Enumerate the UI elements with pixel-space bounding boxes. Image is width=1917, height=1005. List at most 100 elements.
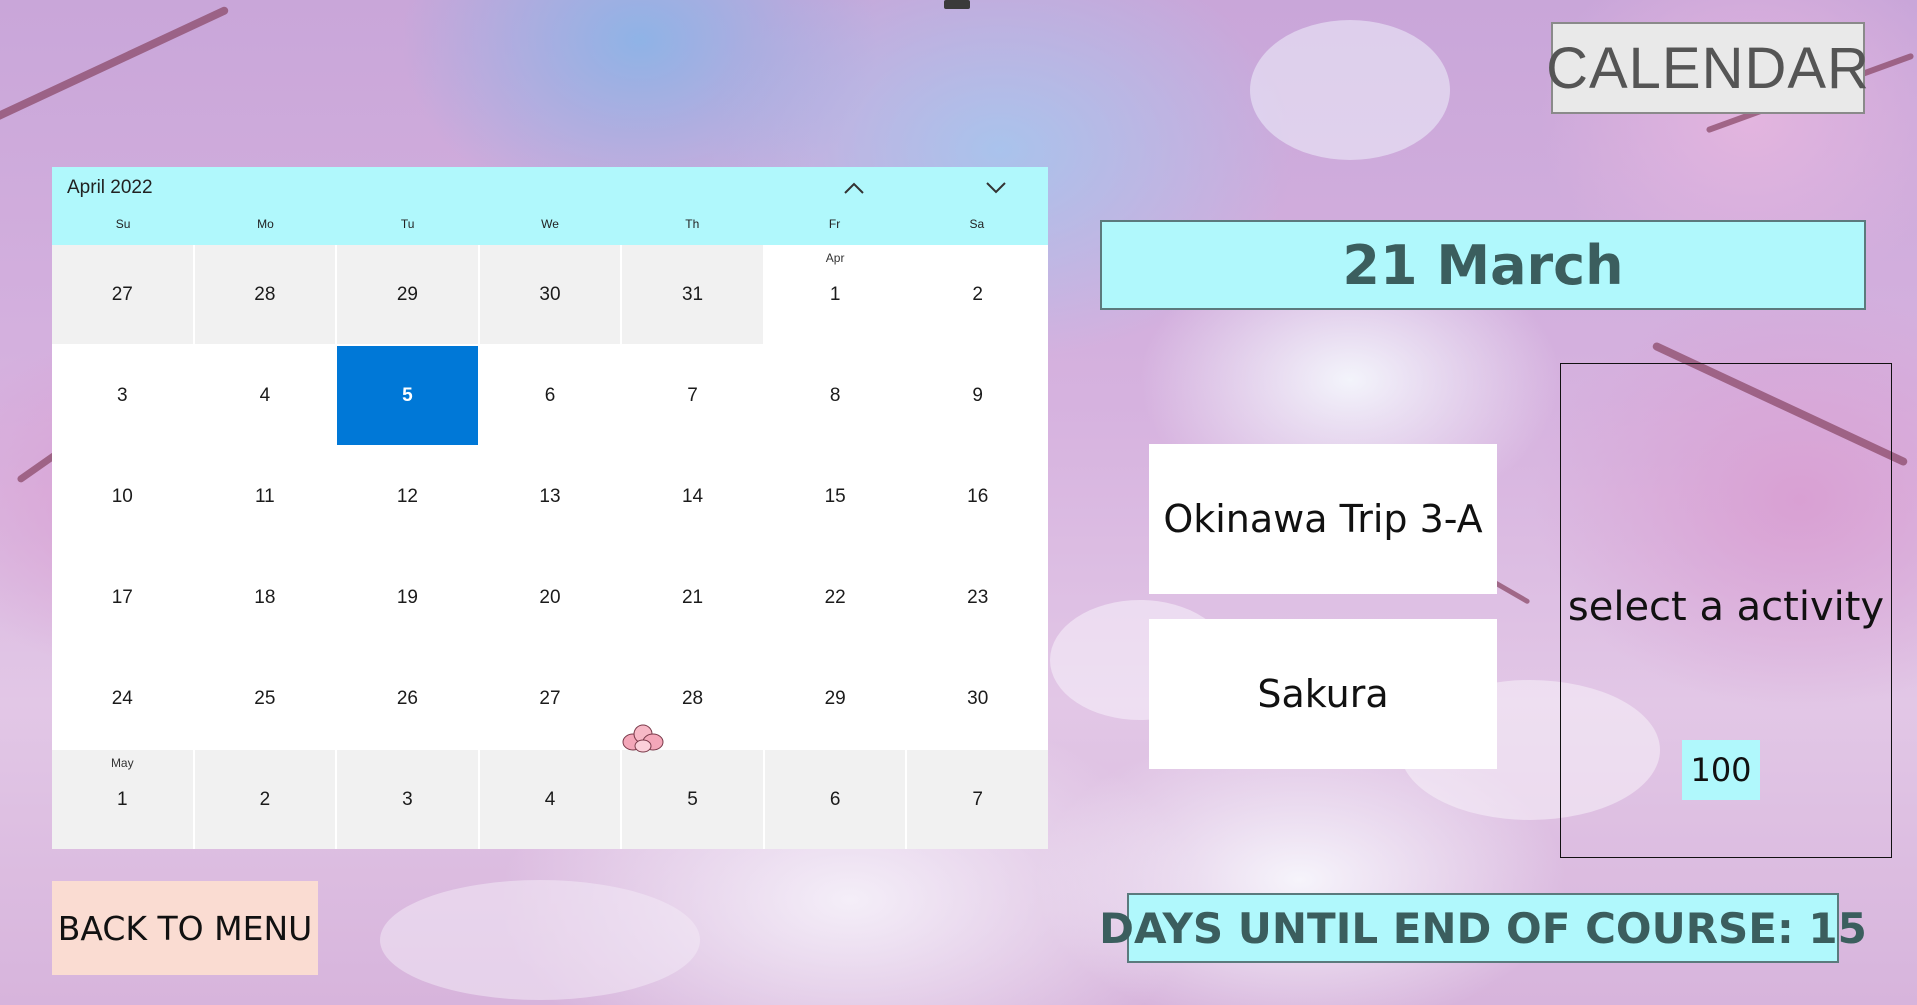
blossom-cluster xyxy=(380,880,700,1000)
calendar-day[interactable]: 28 xyxy=(194,245,336,344)
day-number: 22 xyxy=(824,586,846,608)
blossom-cluster xyxy=(1250,20,1450,160)
chevron-down-icon xyxy=(986,182,1006,194)
day-number: 1 xyxy=(829,283,841,305)
day-number: 18 xyxy=(254,586,276,608)
calendar-day[interactable]: 23 xyxy=(907,548,1048,647)
activity-value-field[interactable]: 100 xyxy=(1682,740,1760,800)
calendar-day[interactable]: 7 xyxy=(622,346,763,445)
day-number: 11 xyxy=(254,485,275,507)
calendar-day[interactable]: 29 xyxy=(337,245,478,344)
next-month-button[interactable] xyxy=(976,173,1016,203)
day-number: 16 xyxy=(967,485,989,507)
day-number: 27 xyxy=(539,687,561,709)
calendar-day[interactable]: 30 xyxy=(479,245,621,344)
weekday-label: Sa xyxy=(969,217,985,231)
tree-branch xyxy=(0,5,230,123)
day-number: 13 xyxy=(539,485,561,507)
previous-month-button[interactable] xyxy=(834,173,874,203)
day-number: 14 xyxy=(681,485,704,507)
calendar-day[interactable]: 16 xyxy=(907,447,1048,546)
weekday-row: Su Mo Tu We Th Fr Sa xyxy=(52,217,1048,231)
calendar-day[interactable]: 27 xyxy=(52,245,193,344)
calendar-day[interactable]: 29 xyxy=(764,649,906,748)
calendar-day[interactable]: 11 xyxy=(194,447,336,546)
weekday-label: We xyxy=(541,217,559,231)
calendar-day[interactable]: 12 xyxy=(337,447,478,546)
calendar-day[interactable]: 17 xyxy=(52,548,193,647)
calendar-day-selected[interactable]: 5 xyxy=(337,346,478,445)
day-number: 12 xyxy=(396,485,418,507)
calendar-day[interactable]: 6 xyxy=(764,750,906,849)
day-number: 10 xyxy=(111,485,133,507)
calendar-day[interactable]: 4 xyxy=(194,346,336,445)
activity-prompt: select a activity xyxy=(1567,584,1885,630)
calendar-day[interactable]: 6 xyxy=(479,346,621,445)
day-number: 9 xyxy=(972,384,983,406)
day-number: 7 xyxy=(687,384,698,406)
day-number: 6 xyxy=(829,788,841,810)
activity-panel: select a activity 100 xyxy=(1560,363,1892,858)
calendar-day[interactable]: 24 xyxy=(52,649,193,748)
calendar-day[interactable]: 8 xyxy=(764,346,906,445)
day-number: 31 xyxy=(681,283,704,305)
day-number: 2 xyxy=(259,788,271,810)
month-title[interactable]: April 2022 xyxy=(67,177,153,199)
event-button-sakura[interactable]: Sakura xyxy=(1149,619,1497,769)
day-number: 27 xyxy=(111,283,133,305)
calendar-day[interactable]: 10 xyxy=(52,447,193,546)
calendar-day[interactable]: 26 xyxy=(337,649,478,748)
calendar-day[interactable]: 3 xyxy=(52,346,193,445)
day-number: 17 xyxy=(111,586,133,608)
calendar-day[interactable]: 25 xyxy=(194,649,336,748)
month-label: May xyxy=(110,756,134,770)
day-number: 26 xyxy=(396,687,418,709)
calendar-day[interactable]: 14 xyxy=(622,447,763,546)
weekday-label: Su xyxy=(115,217,131,231)
calendar-header: April 2022 Su Mo Tu We Th Fr Sa xyxy=(52,167,1048,245)
day-number: 7 xyxy=(972,788,983,810)
day-number: 28 xyxy=(681,687,704,709)
day-number: 20 xyxy=(539,586,561,608)
calendar-day[interactable]: 19 xyxy=(337,548,478,647)
calendar-day[interactable]: 9 xyxy=(907,346,1048,445)
day-number: 25 xyxy=(254,687,276,709)
sakura-flower-icon xyxy=(622,724,664,753)
calendar-day[interactable]: 30 xyxy=(907,649,1048,748)
day-number: 1 xyxy=(116,788,128,810)
event-button-okinawa-trip[interactable]: Okinawa Trip 3-A xyxy=(1149,444,1497,594)
calendar-day[interactable]: May 1 xyxy=(52,750,193,849)
calendar-view: April 2022 Su Mo Tu We Th Fr Sa 27 28 29 30… xyxy=(52,167,1048,849)
day-number: 6 xyxy=(544,384,556,406)
back-to-menu-button[interactable]: BACK TO MENU xyxy=(52,881,318,975)
calendar-day[interactable]: 5 xyxy=(622,750,763,849)
day-number: 29 xyxy=(824,687,846,709)
calendar-day[interactable]: 21 xyxy=(622,548,763,647)
window-marker xyxy=(944,0,970,9)
calendar-day[interactable]: 7 xyxy=(907,750,1048,849)
calendar-day[interactable]: Apr 1 xyxy=(764,245,906,344)
day-number: 3 xyxy=(116,384,128,406)
day-number: 3 xyxy=(402,788,413,810)
calendar-day[interactable]: 3 xyxy=(337,750,478,849)
calendar-day[interactable]: 18 xyxy=(194,548,336,647)
day-number: 2 xyxy=(972,283,983,305)
calendar-day[interactable]: 22 xyxy=(764,548,906,647)
calendar-day[interactable]: 31 xyxy=(622,245,763,344)
weekday-label: Fr xyxy=(828,217,841,231)
calendar-day[interactable]: 15 xyxy=(764,447,906,546)
weekday-label: Tu xyxy=(400,217,415,231)
day-number: 15 xyxy=(824,485,846,507)
day-number: 29 xyxy=(396,283,418,305)
calendar-day[interactable]: 13 xyxy=(479,447,621,546)
day-number: 19 xyxy=(396,586,418,608)
day-number: 5 xyxy=(687,788,698,810)
calendar-day[interactable]: 2 xyxy=(194,750,336,849)
calendar-day[interactable]: 2 xyxy=(907,245,1048,344)
calendar-day[interactable]: 4 xyxy=(479,750,621,849)
weekday-label: Th xyxy=(685,217,700,231)
month-label: Apr xyxy=(825,251,845,265)
calendar-title-button[interactable]: CALENDAR xyxy=(1546,22,1869,114)
calendar-day[interactable]: 20 xyxy=(479,548,621,647)
calendar-day[interactable]: 27 xyxy=(479,649,621,748)
